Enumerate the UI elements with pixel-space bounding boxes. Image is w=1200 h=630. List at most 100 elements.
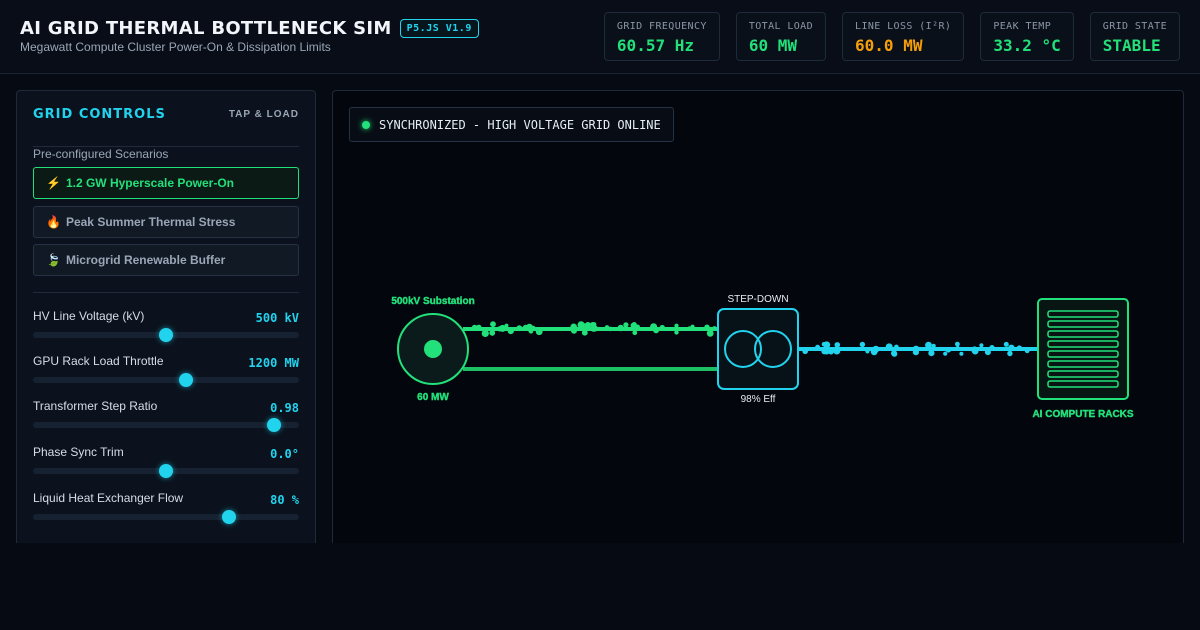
slider-label: Phase Sync Trim <box>33 445 124 459</box>
panel-title: GRID CONTROLS <box>33 107 166 122</box>
simulation-canvas[interactable]: SYNCHRONIZED - HIGH VOLTAGE GRID ONLINE … <box>332 90 1184 550</box>
stat-grid-frequency: GRID FREQUENCY 60.57 Hz <box>603 12 720 61</box>
flow-particle <box>1003 341 1009 347</box>
step-ratio-slider[interactable] <box>33 418 299 432</box>
gpu-load-slider[interactable] <box>33 373 299 387</box>
version-badge: P5.JS V1.9 <box>399 19 479 38</box>
transformer-label: STEP-DOWN <box>727 294 788 305</box>
flow-particle <box>943 351 948 356</box>
flow-particle <box>674 323 679 328</box>
flow-particle <box>955 345 960 351</box>
flow-particle <box>630 323 636 328</box>
flow-particle <box>834 342 841 348</box>
scenario-label: Peak Summer Thermal Stress <box>65 215 236 229</box>
scenario-microgrid-button[interactable]: 🍃 Microgrid Renewable Buffer <box>33 244 299 276</box>
flow-particle <box>471 324 478 331</box>
slider-label: GPU Rack Load Throttle <box>33 354 164 368</box>
slider-thumb[interactable] <box>222 510 237 524</box>
stat-value: 60.57 Hz <box>616 36 694 55</box>
scenario-label: Microgrid Renewable Buffer <box>65 253 226 267</box>
flow-particle <box>894 344 899 350</box>
substation-core <box>424 340 442 358</box>
flow-particle <box>925 341 932 349</box>
flow-particle <box>959 351 964 356</box>
flow-particle <box>650 323 658 331</box>
flow-particle <box>828 349 834 355</box>
flow-particle <box>577 321 585 329</box>
slider-value: 80 % <box>270 493 299 507</box>
flow-particle <box>571 327 577 334</box>
slider-value: 1200 MW <box>248 356 299 370</box>
flow-particle <box>659 324 665 331</box>
flow-particle <box>504 323 509 328</box>
hv-voltage-slider[interactable] <box>33 328 299 342</box>
flow-particle <box>984 349 991 356</box>
flow-particle <box>928 350 935 357</box>
step-ratio-control: Transformer Step Ratio 0.98 <box>33 399 299 439</box>
slider-label: Transformer Step Ratio <box>33 399 158 413</box>
flow-particle <box>1024 348 1030 354</box>
slider-value: 0.98 <box>270 401 299 415</box>
scenario-label: 1.2 GW Hyperscale Power-On <box>65 176 235 190</box>
stat-value: STABLE <box>1102 36 1161 55</box>
flow-particle <box>632 330 638 336</box>
compute-racks-node[interactable] <box>1037 298 1129 400</box>
scenarios-label: Pre-configured Scenarios <box>33 147 169 161</box>
transformer-node[interactable] <box>717 308 799 390</box>
flow-particle <box>1007 350 1013 357</box>
flow-particle <box>1016 345 1023 351</box>
flow-particle <box>623 322 629 328</box>
substation-load: 60 MW <box>417 392 449 403</box>
grid-controls-panel: GRID CONTROLS TAP & LOAD Pre-configured … <box>16 90 316 550</box>
substation-label: 500kV Substation <box>391 296 474 307</box>
slider-thumb[interactable] <box>159 328 173 342</box>
flow-particle <box>872 345 880 353</box>
slider-thumb[interactable] <box>178 373 193 387</box>
flow-particle <box>833 349 838 354</box>
flow-particle <box>674 330 679 335</box>
flow-particle <box>1008 344 1015 352</box>
slider-value: 500 kV <box>255 311 299 325</box>
stats-bar: GRID FREQUENCY 60.57 Hz TOTAL LOAD 60 MW… <box>603 12 1180 61</box>
flow-particle <box>590 322 596 328</box>
stat-grid-state: GRID STATE STABLE <box>1089 12 1180 61</box>
flow-particle <box>497 326 503 332</box>
slider-thumb[interactable] <box>266 418 281 432</box>
stat-total-load: TOTAL LOAD 60 MW <box>735 12 827 61</box>
slider-label: HV Line Voltage (kV) <box>33 309 145 323</box>
flow-particle <box>931 343 936 348</box>
scenario-summer-stress-button[interactable]: 🔥 Peak Summer Thermal Stress <box>33 206 299 238</box>
flow-particle <box>802 348 808 355</box>
gpu-load-control: GPU Rack Load Throttle 1200 MW <box>33 354 299 394</box>
title-row: AI GRID THERMAL BOTTLENECK SIM P5.JS V1.… <box>20 18 479 39</box>
flow-particle <box>885 343 893 351</box>
flow-particle <box>526 323 533 331</box>
flow-particle <box>690 324 695 329</box>
flow-particle <box>490 330 495 336</box>
heat-exchanger-control: Liquid Heat Exchanger Flow 80 % <box>33 491 299 531</box>
scenario-hyperscale-button[interactable]: ⚡ 1.2 GW Hyperscale Power-On <box>33 167 299 199</box>
flow-particle <box>490 321 496 328</box>
lightning-icon: ⚡ <box>46 176 61 190</box>
flow-particle <box>712 326 717 331</box>
transformer-efficiency: 98% Eff <box>741 394 776 405</box>
flow-particle <box>865 349 870 354</box>
flow-particle <box>891 351 898 357</box>
slider-thumb[interactable] <box>159 464 173 478</box>
flow-particle <box>704 324 710 330</box>
heat-exchanger-slider[interactable] <box>33 510 299 524</box>
page-background <box>0 543 1200 630</box>
flow-particle <box>507 328 514 335</box>
divider <box>33 292 299 293</box>
phase-trim-slider[interactable] <box>33 464 299 478</box>
flow-particle <box>635 324 640 330</box>
panel-header: GRID CONTROLS TAP & LOAD <box>33 107 299 147</box>
stat-label: TOTAL LOAD <box>748 21 814 32</box>
flow-particle <box>604 325 610 330</box>
flow-particle <box>535 328 543 336</box>
phase-trim-control: Phase Sync Trim 0.0° <box>33 445 299 485</box>
slider-label: Liquid Heat Exchanger Flow <box>33 491 184 505</box>
app-subtitle: Megawatt Compute Cluster Power-On & Diss… <box>20 40 331 54</box>
stat-value: 33.2 °C <box>993 36 1061 55</box>
slider-value: 0.0° <box>270 447 299 461</box>
